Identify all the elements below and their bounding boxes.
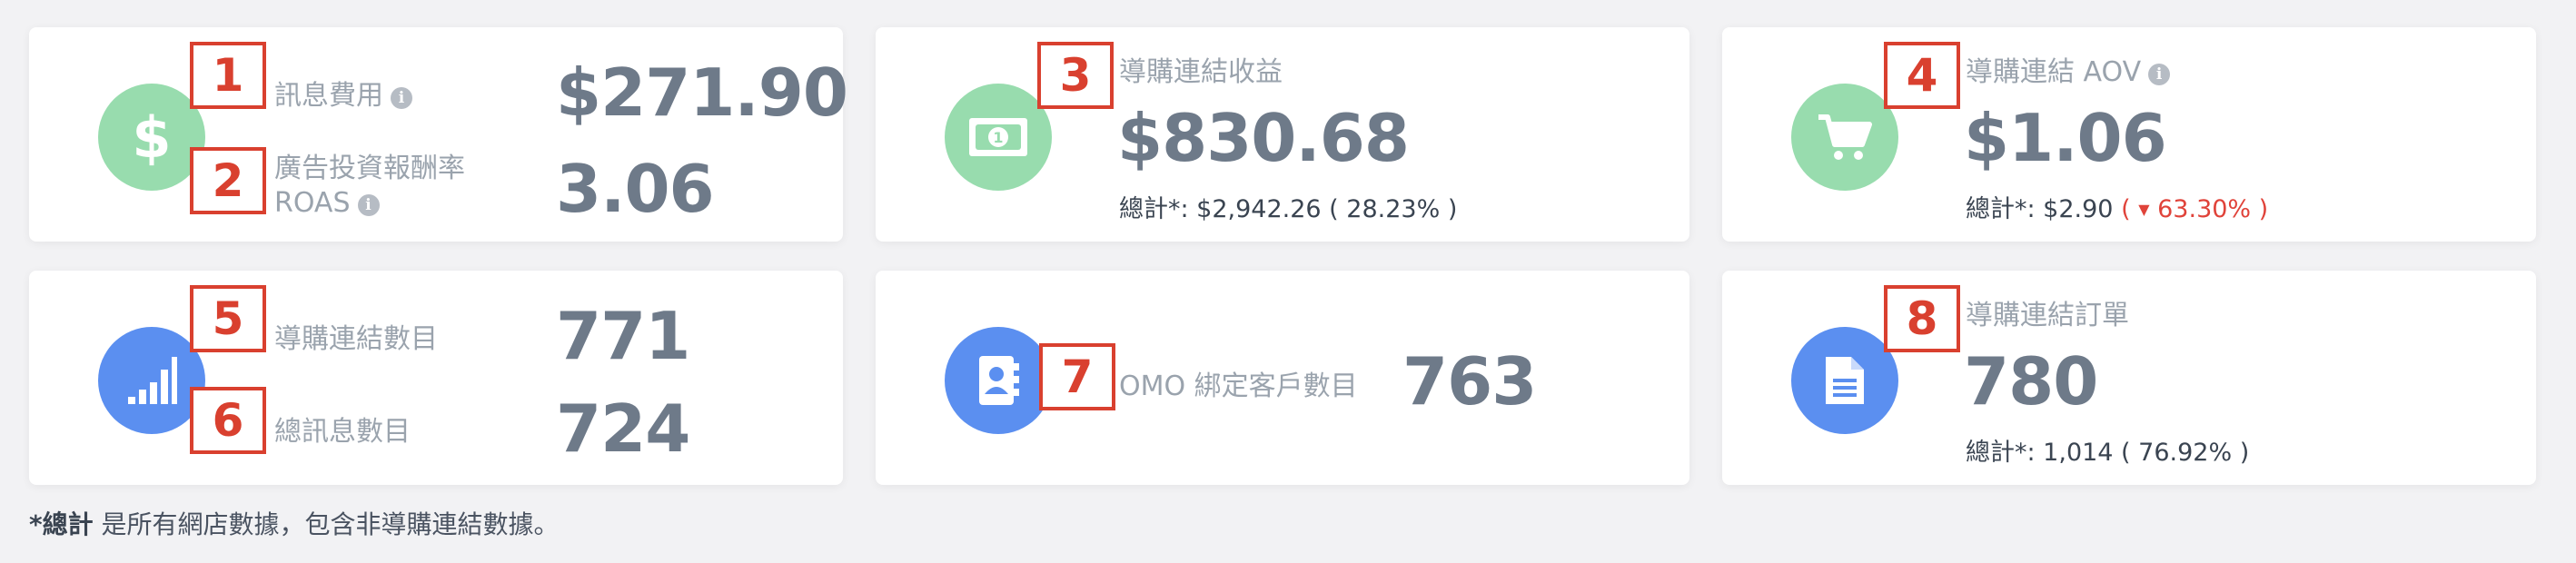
file-document-icon [1791,327,1898,434]
message-cost-value: $271.90 [556,54,848,131]
info-icon[interactable]: i [391,87,412,109]
shopping-cart-icon [1791,84,1898,191]
link-revenue-label: 導購連結收益 [1119,56,1283,88]
money-bill-icon: 1 [945,84,1052,191]
roas-label-line1: 廣告投資報酬率 [274,153,465,184]
svg-text:1: 1 [993,129,1003,146]
omo-customers-label: OMO 綁定客戶數目 [1119,370,1358,402]
link-aov-value: $1.06 [1964,100,2167,176]
info-icon[interactable]: i [2148,64,2171,85]
card-message-cost-roas: $ 訊息費用 i $271.90 廣告投資報酬率 ROAS i 3.06 1 2 [29,27,848,242]
link-orders-value: 780 [1964,343,2098,420]
marker-6: 6 [190,387,266,454]
marker-7: 7 [1039,343,1115,410]
footnote-text: 是所有網店數據，包含非導購連結數據。 [93,509,560,539]
marker-5: 5 [190,285,266,352]
footnote: *總計 是所有網店數據，包含非導購連結數據。 [29,505,560,541]
card-link-revenue: 1 導購連結收益 $830.68 總計*: $2,942.26 ( 28.23%… [876,27,1689,242]
link-aov-total: 總計*: $2.90 ( ▼ 63.30% ) [1966,195,2269,223]
link-revenue-total: 總計*: $2,942.26 ( 28.23% ) [1119,195,1458,223]
marker-4: 4 [1884,42,1960,109]
roas-label-line2: ROAS i [274,187,380,219]
link-aov-label: 導購連結 AOV i [1966,49,2171,89]
address-book-icon [945,327,1052,434]
message-cost-label: 訊息費用 i [274,73,412,113]
marker-8: 8 [1884,285,1960,352]
message-count-value: 724 [556,390,690,467]
card-link-aov: 導購連結 AOV i $1.06 總計*: $2.90 ( ▼ 63.30% ) … [1722,27,2536,242]
link-count-value: 771 [556,298,690,374]
info-icon[interactable]: i [357,194,380,216]
roas-value: 3.06 [556,151,715,227]
marker-2: 2 [190,147,266,214]
card-omo-customers: OMO 綁定客戶數目 763 7 [876,271,1689,485]
caret-down-icon: ▼ [2138,201,2150,218]
link-revenue-value: $830.68 [1117,100,1410,176]
card-link-message-count: 導購連結數目 771 總訊息數目 724 5 6 [29,271,843,485]
link-orders-label: 導購連結訂單 [1966,300,2129,331]
omo-customers-value: 763 [1402,343,1537,420]
change-negative: ( ▼ 63.30% ) [2121,195,2269,223]
link-count-label: 導購連結數目 [274,323,438,355]
footnote-bold: *總計 [29,509,94,539]
card-link-orders: 導購連結訂單 780 總計*: 1,014 ( 76.92% ) 8 [1722,271,2536,485]
message-count-label: 總訊息數目 [274,416,411,448]
marker-3: 3 [1037,42,1114,109]
link-orders-total: 總計*: 1,014 ( 76.92% ) [1966,439,2250,467]
marker-1: 1 [190,42,266,109]
